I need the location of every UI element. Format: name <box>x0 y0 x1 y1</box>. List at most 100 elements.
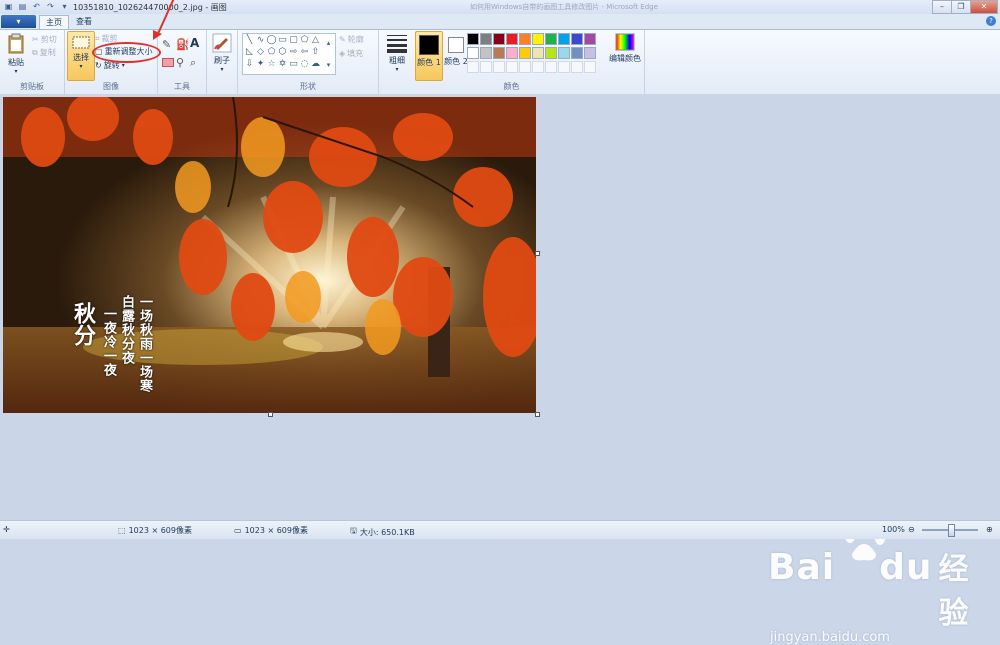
zoom-slider-thumb[interactable] <box>948 524 955 537</box>
custom-color-slot[interactable] <box>519 61 531 73</box>
resize-handle-corner[interactable] <box>535 412 540 417</box>
tab-view[interactable]: 查看 <box>70 15 98 29</box>
select-button[interactable]: 选择 ▾ <box>67 31 95 81</box>
paste-button[interactable]: 粘贴 ▾ <box>4 33 28 75</box>
palette-swatch[interactable] <box>545 33 557 45</box>
edit-colors-label: 编辑颜色 <box>609 54 641 63</box>
qat-dropdown-icon[interactable]: ▾ <box>59 1 70 12</box>
tab-home[interactable]: 主页 <box>39 15 69 30</box>
canvas-area[interactable]: 秋分 一场秋雨一场寒 白露秋分夜 一夜冷一夜 Bai du 经验 jingyan… <box>0 94 1000 645</box>
magnifier-icon[interactable]: ⌕ <box>190 56 196 70</box>
color-picker-icon[interactable]: ⚲ <box>176 56 184 69</box>
palette-swatch[interactable] <box>584 33 596 45</box>
eraser-icon[interactable] <box>162 58 174 67</box>
rotate-dropdown-icon[interactable]: ▾ <box>122 62 125 69</box>
canvas-image[interactable]: 秋分 一场秋雨一场寒 白露秋分夜 一夜冷一夜 <box>3 97 536 413</box>
fill-bucket-icon[interactable]: ⛽ <box>176 38 190 51</box>
select-dropdown-icon[interactable]: ▾ <box>68 63 94 70</box>
palette-swatch[interactable] <box>532 33 544 45</box>
outline-button[interactable]: ✎ 轮廓 <box>339 34 364 45</box>
color2-button[interactable]: 颜色 2 <box>443 32 469 67</box>
palette-swatch[interactable] <box>506 33 518 45</box>
resize-handle-bottom[interactable] <box>268 412 273 417</box>
cloud-callout-shape-icon[interactable]: ☁ <box>310 59 321 70</box>
palette-swatch[interactable] <box>519 33 531 45</box>
six-point-star-shape-icon[interactable]: ✡ <box>277 59 288 70</box>
resize-handle-right[interactable] <box>535 251 540 256</box>
redo-icon[interactable]: ↷ <box>45 1 56 12</box>
color2-swatch <box>448 37 464 53</box>
maximize-button[interactable]: ❐ <box>951 0 971 14</box>
palette-swatch[interactable] <box>519 47 531 59</box>
curve-shape-icon[interactable]: ∿ <box>255 35 266 46</box>
zoom-in-button[interactable]: ⊕ <box>986 525 993 534</box>
up-arrow-shape-icon[interactable]: ⇧ <box>310 47 321 58</box>
baidu-jingyan-watermark: Bai du 经验 jingyan.baidu.com <box>768 522 1000 645</box>
selection-size-icon: ⬚ <box>118 526 126 535</box>
text-tool-icon[interactable]: A <box>190 36 199 50</box>
left-arrow-shape-icon[interactable]: ⇦ <box>299 47 310 58</box>
undo-icon[interactable]: ↶ <box>31 1 42 12</box>
gallery-scroll-down-icon[interactable]: ▾ <box>323 60 334 71</box>
save-icon[interactable]: ▤ <box>17 1 28 12</box>
copy-button[interactable]: ⧉ 复制 <box>32 47 56 58</box>
diamond-shape-icon[interactable]: ◇ <box>255 47 266 58</box>
oval-shape-icon[interactable]: ◯ <box>266 35 277 46</box>
color1-button[interactable]: 颜色 1 <box>415 31 443 81</box>
custom-color-slot[interactable] <box>584 61 596 73</box>
palette-swatch[interactable] <box>480 33 492 45</box>
palette-swatch[interactable] <box>467 33 479 45</box>
zoom-out-button[interactable]: ⊖ <box>908 525 915 534</box>
palette-swatch[interactable] <box>584 47 596 59</box>
palette-swatch[interactable] <box>545 47 557 59</box>
rectangle-shape-icon[interactable]: ▭ <box>277 35 288 46</box>
paint-menu-button[interactable]: ▾ <box>1 15 36 28</box>
custom-color-slot[interactable] <box>532 61 544 73</box>
palette-swatch[interactable] <box>532 47 544 59</box>
palette-swatch[interactable] <box>493 47 505 59</box>
paste-dropdown-icon[interactable]: ▾ <box>4 68 28 75</box>
custom-color-slot[interactable] <box>480 61 492 73</box>
gallery-scroll-up-icon[interactable]: ▴ <box>323 38 334 49</box>
size-button[interactable]: 粗细 ▾ <box>383 33 411 73</box>
palette-swatch[interactable] <box>467 47 479 59</box>
polygon-shape-icon[interactable]: ⬠ <box>299 35 310 46</box>
custom-color-slot[interactable] <box>467 61 479 73</box>
edit-colors-button[interactable]: 编辑颜色 <box>607 33 643 64</box>
help-icon[interactable]: ? <box>986 16 996 26</box>
palette-swatch[interactable] <box>558 33 570 45</box>
rounded-rectangle-shape-icon[interactable]: ▢ <box>288 35 299 46</box>
palette-swatch[interactable] <box>480 47 492 59</box>
brushes-dropdown-icon[interactable]: ▾ <box>210 66 234 73</box>
oval-callout-shape-icon[interactable]: ◌ <box>299 59 310 70</box>
pencil-icon[interactable]: ✎ <box>162 38 171 51</box>
line-shape-icon[interactable]: ╲ <box>244 35 255 46</box>
brushes-group: 刷子 ▾ <box>207 30 238 94</box>
four-point-star-shape-icon[interactable]: ✦ <box>255 59 266 70</box>
close-button[interactable]: ✕ <box>970 0 998 14</box>
custom-color-slot[interactable] <box>493 61 505 73</box>
right-arrow-shape-icon[interactable]: ⇨ <box>288 47 299 58</box>
hexagon-shape-icon[interactable]: ⬡ <box>277 47 288 58</box>
palette-swatch[interactable] <box>506 47 518 59</box>
palette-swatch[interactable] <box>571 47 583 59</box>
palette-swatch[interactable] <box>558 47 570 59</box>
brushes-button[interactable]: 刷子 ▾ <box>210 33 234 73</box>
minimize-button[interactable]: – <box>932 0 952 14</box>
shapes-gallery[interactable]: ╲ ∿ ◯ ▭ ▢ ⬠ △ ◺ ◇ ⬠ ⬡ ⇨ ⇦ ⇧ ⇩ ✦ ☆ ✡ ▭ ◌ … <box>242 33 336 75</box>
five-point-star-shape-icon[interactable]: ☆ <box>266 59 277 70</box>
custom-color-slot[interactable] <box>506 61 518 73</box>
custom-color-slot[interactable] <box>571 61 583 73</box>
right-triangle-shape-icon[interactable]: ◺ <box>244 47 255 58</box>
pentagon-shape-icon[interactable]: ⬠ <box>266 47 277 58</box>
palette-swatch[interactable] <box>571 33 583 45</box>
cut-button[interactable]: ✂ 剪切 <box>32 34 57 45</box>
triangle-shape-icon[interactable]: △ <box>310 35 321 46</box>
custom-color-slot[interactable] <box>545 61 557 73</box>
down-arrow-shape-icon[interactable]: ⇩ <box>244 59 255 70</box>
size-dropdown-icon[interactable]: ▾ <box>383 66 411 73</box>
fill-button[interactable]: ◈ 填充 <box>339 48 363 59</box>
callout-shape-icon[interactable]: ▭ <box>288 59 299 70</box>
custom-color-slot[interactable] <box>558 61 570 73</box>
palette-swatch[interactable] <box>493 33 505 45</box>
